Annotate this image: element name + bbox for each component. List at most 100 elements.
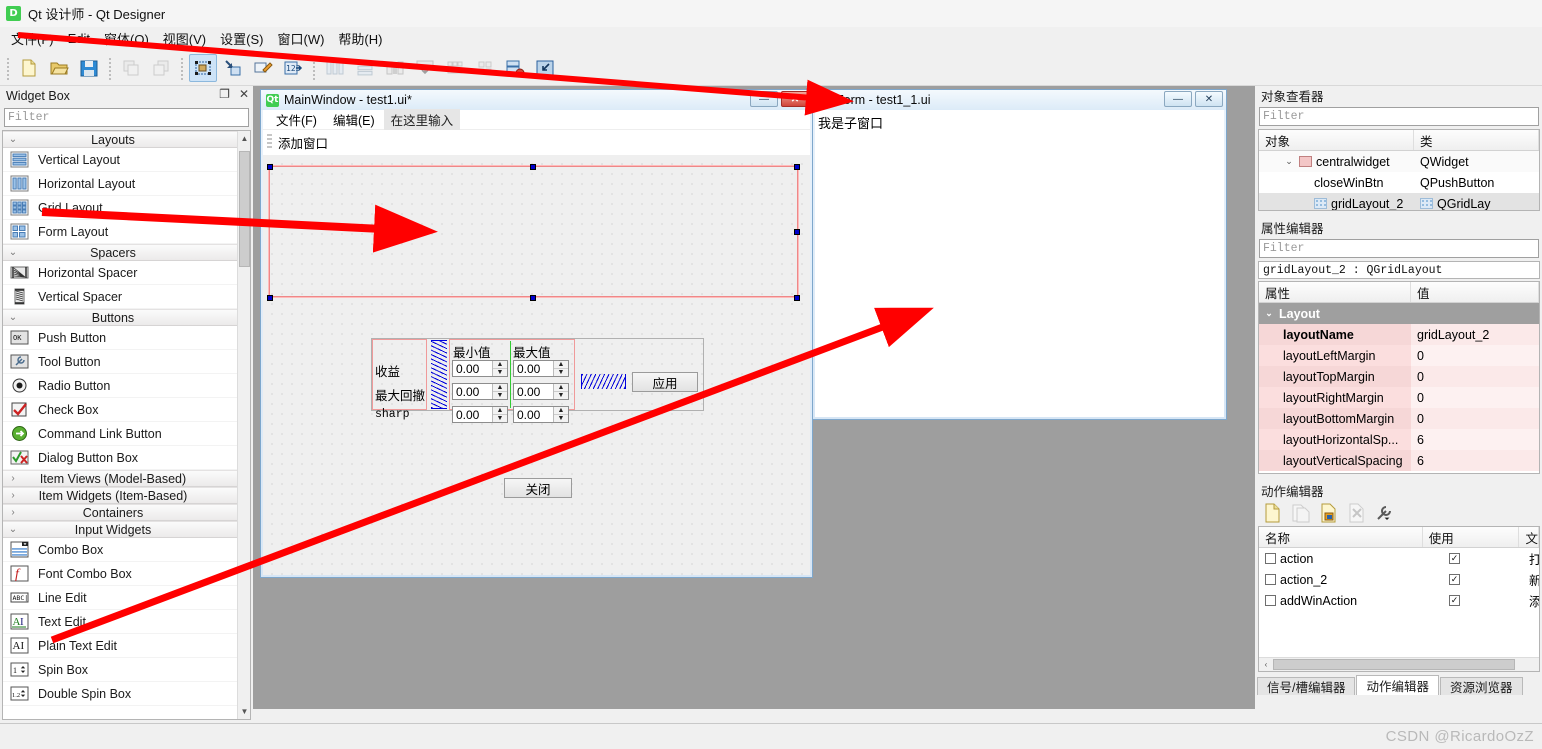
action-checkbox[interactable]	[1265, 595, 1276, 606]
widget-box-scrollbar[interactable]: ▲ ▼	[237, 131, 250, 719]
spinbox-max-sharp[interactable]: 0.00 ▲ ▼	[513, 406, 569, 423]
minimize-button[interactable]: —	[750, 91, 778, 107]
menu-edit[interactable]: Edit	[64, 29, 100, 48]
table-row[interactable]: action ✓ 打	[1259, 548, 1539, 569]
designed-toolbar-grip[interactable]	[267, 134, 272, 150]
configure-action-icon[interactable]	[1373, 502, 1395, 524]
designed-menu-edit[interactable]: 编辑(E)	[326, 109, 382, 130]
column-class[interactable]: 类	[1414, 130, 1539, 150]
copy-action-icon[interactable]	[1289, 502, 1311, 524]
menu-form[interactable]: 窗体(O)	[100, 27, 159, 50]
widget-item-horizontal-spacer[interactable]: Horizontal Spacer	[3, 261, 237, 285]
delete-action-icon[interactable]	[1345, 502, 1367, 524]
scrollbar-thumb[interactable]	[1273, 659, 1515, 670]
column-property[interactable]: 属性	[1259, 282, 1411, 302]
chevron-down-icon[interactable]: ⌄	[1283, 156, 1295, 167]
spinbox-min-revenue[interactable]: 0.00 ▲ ▼	[452, 360, 508, 377]
widget-item-plain-text-edit[interactable]: AI Plain Text Edit	[3, 634, 237, 658]
property-value[interactable]: 0	[1411, 345, 1539, 366]
widget-category-layouts[interactable]: ⌄ Layouts	[3, 131, 237, 148]
property-value[interactable]: 6	[1411, 450, 1539, 471]
widget-category-containers[interactable]: › Containers	[3, 504, 237, 521]
widget-category-spacers[interactable]: ⌄ Spacers	[3, 244, 237, 261]
used-checkbox[interactable]: ✓	[1449, 595, 1460, 606]
tab-action-editor[interactable]: 动作编辑器	[1356, 675, 1439, 695]
layout-form-icon[interactable]	[411, 54, 439, 82]
property-row-layouttopmargin[interactable]: layoutTopMargin 0	[1259, 366, 1539, 387]
tab-signal-slot-editor[interactable]: 信号/槽编辑器	[1257, 677, 1356, 695]
action-editor-table[interactable]: 名称 使用 文 action ✓ 打 action_2	[1258, 526, 1540, 672]
property-value[interactable]: 0	[1411, 366, 1539, 387]
spinbox-arrows[interactable]: ▲ ▼	[553, 361, 568, 376]
layout-grid-icon[interactable]	[441, 54, 469, 82]
resize-handle-ne[interactable]	[794, 164, 800, 170]
scroll-down-icon[interactable]: ▼	[238, 704, 250, 719]
action-editor-hscrollbar[interactable]: ‹	[1259, 657, 1539, 671]
preview-icon[interactable]	[531, 54, 559, 82]
tab-resource-browser[interactable]: 资源浏览器	[1440, 677, 1523, 695]
column-value[interactable]: 值	[1411, 282, 1539, 302]
float-icon[interactable]: ❐	[219, 87, 230, 101]
edit-action-icon[interactable]	[1317, 502, 1339, 524]
property-value[interactable]: 6	[1411, 429, 1539, 450]
widget-item-vertical-layout[interactable]: Vertical Layout	[3, 148, 237, 172]
column-used[interactable]: 使用	[1423, 527, 1520, 547]
property-row-layoutname[interactable]: layoutName gridLayout_2	[1259, 324, 1539, 345]
property-editor-filter-input[interactable]: Filter	[1259, 239, 1539, 258]
widget-item-double-spin-box[interactable]: 1.2 Double Spin Box	[3, 682, 237, 706]
scroll-left-icon[interactable]: ‹	[1259, 660, 1273, 669]
widget-item-dialog-button-box[interactable]: Dialog Button Box	[3, 446, 237, 470]
toolbar-grip-2[interactable]	[107, 55, 113, 80]
property-row-layouthorizontalspacing[interactable]: layoutHorizontalSp... 6	[1259, 429, 1539, 450]
spinbox-arrows[interactable]: ▲ ▼	[492, 407, 507, 422]
mainwindow-titlebar[interactable]: Qt MainWindow - test1.ui* — ✕	[261, 90, 812, 110]
widget-category-item-widgets[interactable]: › Item Widgets (Item-Based)	[3, 487, 237, 504]
action-checkbox[interactable]	[1265, 553, 1276, 564]
layout-horizontally-icon[interactable]	[321, 54, 349, 82]
table-row[interactable]: closeWinBtn QPushButton	[1259, 172, 1539, 193]
spinbox-min-sharp[interactable]: 0.00 ▲ ▼	[452, 406, 508, 423]
table-row[interactable]: gridLayout_2 QGridLay	[1259, 193, 1539, 210]
property-row-layoutverticalspacing[interactable]: layoutVerticalSpacing 6	[1259, 450, 1539, 471]
widget-item-form-layout[interactable]: Form Layout	[3, 220, 237, 244]
widget-item-radio-button[interactable]: Radio Button	[3, 374, 237, 398]
action-checkbox[interactable]	[1265, 574, 1276, 585]
object-inspector-filter-input[interactable]: Filter	[1259, 107, 1539, 126]
widget-item-font-combo-box[interactable]: f Font Combo Box	[3, 562, 237, 586]
mainwindow-design-canvas[interactable]: 收益 最大回撤 sharp 最小值 最大值 0.00 ▲ ▼ 0.00 ▲ ▼ …	[263, 155, 810, 575]
layout-vertically-icon[interactable]	[351, 54, 379, 82]
edit-signals-slots-icon[interactable]	[219, 54, 247, 82]
adjust-size-icon[interactable]	[501, 54, 529, 82]
spinbox-min-drawdown[interactable]: 0.00 ▲ ▼	[452, 383, 508, 400]
scroll-up-icon[interactable]: ▲	[238, 131, 250, 146]
scrollbar-thumb[interactable]	[239, 151, 250, 267]
property-value[interactable]: 0	[1411, 387, 1539, 408]
minimize-button[interactable]: —	[1164, 91, 1192, 107]
menu-help[interactable]: 帮助(H)	[334, 27, 392, 50]
resize-handle-sw[interactable]	[267, 295, 273, 301]
menu-view[interactable]: 视图(V)	[159, 27, 216, 50]
spinbox-max-revenue[interactable]: 0.00 ▲ ▼	[513, 360, 569, 377]
selected-widget-outline[interactable]	[268, 165, 799, 298]
redo-icon[interactable]	[147, 54, 175, 82]
designed-menu-placeholder[interactable]: 在这里输入	[383, 109, 461, 130]
used-checkbox[interactable]: ✓	[1449, 574, 1460, 585]
column-name[interactable]: 名称	[1259, 527, 1423, 547]
spinbox-arrows[interactable]: ▲ ▼	[492, 384, 507, 399]
form-titlebar[interactable]: Qt Form - test1_1.ui — ✕	[813, 90, 1226, 110]
open-form-icon[interactable]	[45, 54, 73, 82]
menu-file[interactable]: 文件(F)	[7, 27, 64, 50]
widget-item-vertical-spacer[interactable]: Vertical Spacer	[3, 285, 237, 309]
resize-handle-n[interactable]	[530, 164, 536, 170]
property-editor-table[interactable]: 属性 值 ⌄ Layout layoutName gridLayout_2 la…	[1258, 281, 1540, 474]
apply-button[interactable]: 应用	[632, 372, 698, 392]
used-checkbox[interactable]: ✓	[1449, 553, 1460, 564]
table-row[interactable]: ⌄ centralwidget QWidget	[1259, 151, 1539, 172]
horizontal-spacer-widget[interactable]	[581, 374, 626, 389]
widget-item-spin-box[interactable]: 1 Spin Box	[3, 658, 237, 682]
designed-menu-file[interactable]: 文件(F)	[269, 109, 324, 130]
widget-category-buttons[interactable]: ⌄ Buttons	[3, 309, 237, 326]
column-object[interactable]: 对象	[1259, 130, 1414, 150]
resize-handle-s[interactable]	[530, 295, 536, 301]
resize-handle-se[interactable]	[794, 295, 800, 301]
